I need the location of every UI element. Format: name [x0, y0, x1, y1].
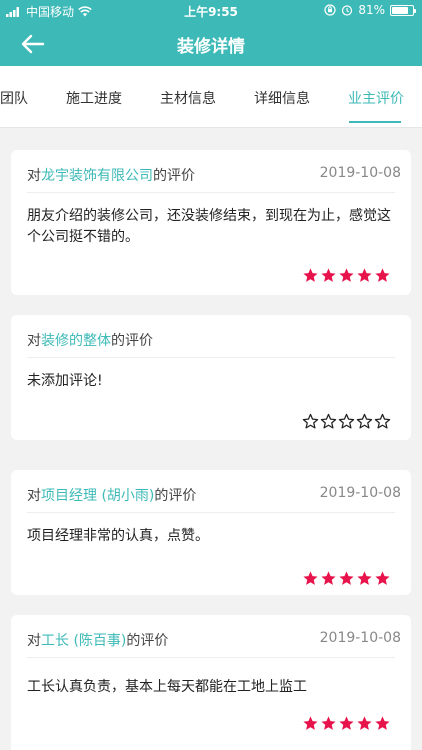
review-target-link[interactable]: 装修的整体: [41, 333, 111, 349]
review-prefix: 对: [27, 633, 41, 649]
review-prefix: 对: [27, 488, 41, 504]
star-empty-icon: [302, 413, 319, 429]
divider: [27, 192, 395, 193]
review-content: 项目经理非常的认真，点赞。: [27, 528, 209, 544]
star-filled-icon: [357, 571, 372, 585]
star-filled-icon: [339, 268, 354, 282]
review-prefix: 对: [27, 333, 41, 349]
review-card: 对装修的整体的评价 未添加评论!: [11, 315, 411, 440]
nav-bar: 装修详情: [0, 22, 422, 66]
status-bar: 中国移动 上午9:55 81%: [0, 0, 422, 22]
tab-owner-review[interactable]: 业主评价: [348, 88, 404, 108]
review-card: 对项目经理 (胡小雨)的评价 2019-10-08 项目经理非常的认真，点赞。: [11, 470, 411, 595]
review-header: 对工长 (陈百事)的评价 2019-10-08: [27, 630, 401, 652]
star-rating: [302, 715, 391, 732]
star-filled-icon: [303, 571, 318, 585]
battery-icon: [390, 4, 416, 16]
review-date: 2019-10-08: [319, 485, 401, 501]
review-card: 对龙宇装饰有限公司的评价 2019-10-08 朋友介绍的装修公司，还没装修结束…: [11, 150, 411, 295]
review-target-link[interactable]: 龙宇装饰有限公司: [41, 168, 153, 184]
review-target-link[interactable]: 项目经理 (胡小雨): [41, 488, 154, 504]
review-date: 2019-10-08: [319, 165, 401, 181]
star-filled-icon: [303, 268, 318, 282]
review-target-link[interactable]: 工长 (陈百事): [41, 633, 126, 649]
tab-detail-info[interactable]: 详细信息: [254, 88, 310, 108]
rotation-lock-icon: [324, 4, 336, 16]
divider: [27, 512, 395, 513]
star-filled-icon: [321, 268, 336, 282]
review-date: 2019-10-08: [319, 630, 401, 646]
star-filled-icon: [303, 716, 318, 730]
star-filled-icon: [375, 716, 390, 730]
tab-team[interactable]: 团队: [0, 88, 28, 108]
review-suffix: 的评价: [153, 168, 195, 184]
star-empty-icon: [374, 413, 391, 429]
alarm-icon: [342, 5, 353, 16]
review-suffix: 的评价: [111, 333, 153, 349]
tab-construction-progress[interactable]: 施工进度: [66, 88, 122, 108]
tab-bar: 团队 施工进度 主材信息 详细信息 业主评价: [0, 66, 422, 128]
tab-main-materials[interactable]: 主材信息: [160, 88, 216, 108]
divider: [27, 657, 395, 658]
review-card: 对工长 (陈百事)的评价 2019-10-08 工长认真负责，基本上每天都能在工…: [11, 615, 411, 750]
star-filled-icon: [357, 268, 372, 282]
divider: [27, 357, 395, 358]
star-filled-icon: [375, 268, 390, 282]
star-filled-icon: [339, 716, 354, 730]
review-header: 对装修的整体的评价: [27, 330, 401, 352]
star-empty-icon: [356, 413, 373, 429]
review-content: 工长认真负责，基本上每天都能在工地上监工: [27, 679, 307, 695]
page-title: 装修详情: [177, 37, 245, 57]
review-prefix: 对: [27, 168, 41, 184]
star-empty-icon: [338, 413, 355, 429]
review-content: 未添加评论!: [27, 373, 103, 389]
star-filled-icon: [339, 571, 354, 585]
star-rating: [302, 413, 391, 430]
review-header: 对龙宇装饰有限公司的评价 2019-10-08: [27, 165, 401, 187]
tab-active-indicator: [349, 121, 401, 123]
star-filled-icon: [321, 571, 336, 585]
review-content: 朋友介绍的装修公司，还没装修结束，到现在为止，感觉这个公司挺不错的。: [27, 208, 391, 245]
star-rating: [302, 570, 391, 587]
star-empty-icon: [320, 413, 337, 429]
review-header: 对项目经理 (胡小雨)的评价 2019-10-08: [27, 485, 401, 507]
review-suffix: 的评价: [154, 488, 197, 504]
battery-percent: 81%: [358, 3, 385, 17]
star-filled-icon: [321, 716, 336, 730]
star-rating: [302, 267, 391, 284]
star-filled-icon: [375, 571, 390, 585]
review-suffix: 的评价: [126, 633, 169, 649]
star-filled-icon: [357, 716, 372, 730]
